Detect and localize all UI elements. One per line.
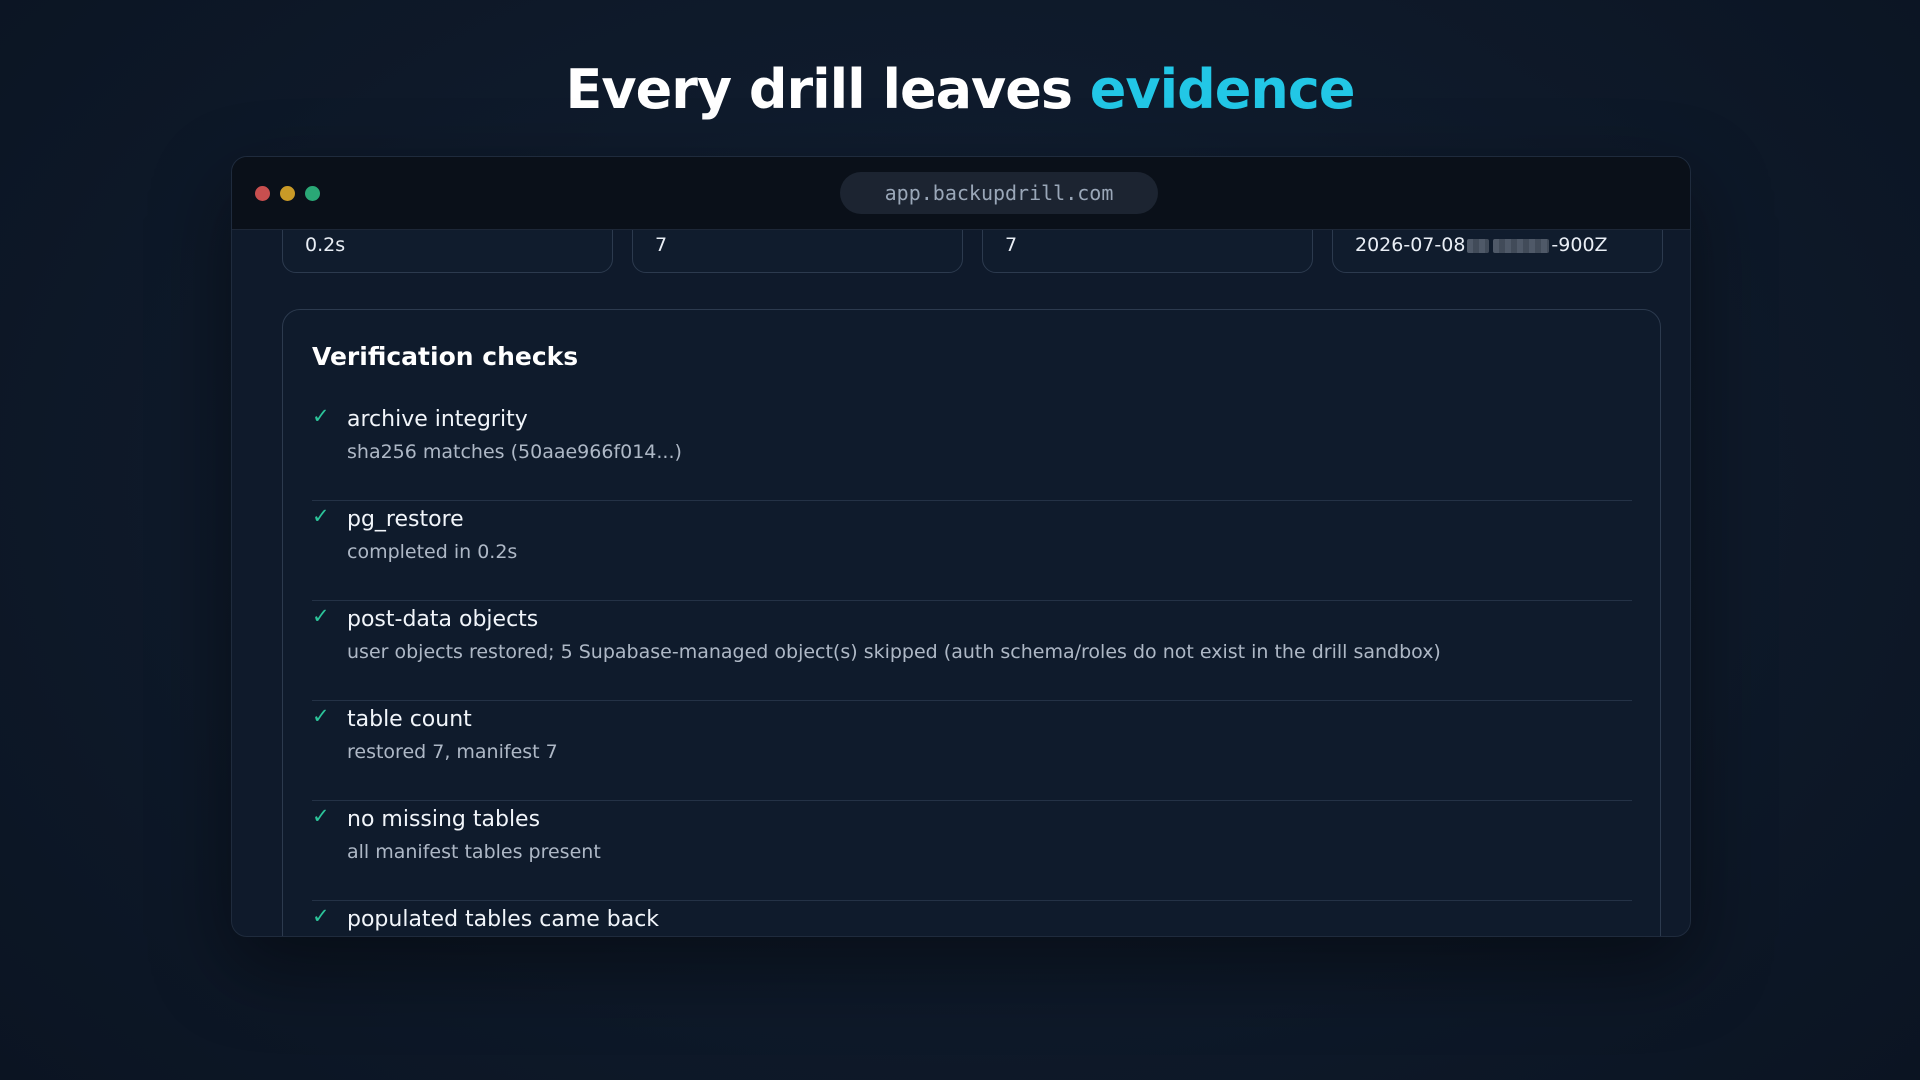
check-name: archive integrity — [347, 407, 528, 432]
check-item-pg-restore: ✓ pg_restore completed in 0.2s — [312, 502, 1632, 601]
window-titlebar: app.backupdrill.com — [232, 157, 1690, 230]
maximize-window-button[interactable] — [305, 186, 320, 201]
check-detail: completed in 0.2s — [347, 541, 518, 563]
minimize-window-button[interactable] — [280, 186, 295, 201]
check-detail: restored 7, manifest 7 — [347, 741, 558, 763]
timestamp-suffix: -900Z — [1551, 234, 1608, 256]
check-item-archive-integrity: ✓ archive integrity sha256 matches (50aa… — [312, 402, 1632, 501]
check-name: post-data objects — [347, 607, 539, 632]
stat-card-tables-manifest: 7 — [982, 229, 1313, 273]
stat-card-timestamp: 2026-07-08 -900Z — [1332, 229, 1663, 273]
check-detail: user objects restored; 5 Supabase-manage… — [347, 641, 1441, 663]
url-bar[interactable]: app.backupdrill.com — [840, 172, 1158, 214]
check-list: ✓ archive integrity sha256 matches (50aa… — [312, 402, 1632, 936]
verification-checks-title: Verification checks — [312, 342, 579, 371]
headline-accent: evidence — [1089, 58, 1356, 121]
check-name: table count — [347, 707, 472, 732]
stat-card-duration: 0.2s — [282, 229, 613, 273]
check-icon: ✓ — [312, 804, 330, 828]
timestamp-prefix: 2026-07-08 — [1355, 234, 1466, 256]
app-content: 0.2s 7 7 2026-07-08 -900Z Verification ch… — [232, 229, 1690, 936]
check-item-populated-tables: ✓ populated tables came back — [312, 902, 1632, 936]
check-item-no-missing-tables: ✓ no missing tables all manifest tables … — [312, 802, 1632, 901]
check-name: pg_restore — [347, 507, 464, 532]
verification-checks-panel: Verification checks ✓ archive integrity … — [282, 309, 1661, 936]
check-detail: all manifest tables present — [347, 841, 601, 863]
check-icon: ✓ — [312, 504, 330, 528]
check-icon: ✓ — [312, 404, 330, 428]
redacted-block — [1493, 238, 1550, 253]
page-headline: Every drill leaves evidence — [0, 58, 1920, 121]
stat-card-tables-restored: 7 — [632, 229, 963, 273]
check-item-table-count: ✓ table count restored 7, manifest 7 — [312, 702, 1632, 801]
check-detail: sha256 matches (50aae966f014...) — [347, 441, 682, 463]
browser-window: app.backupdrill.com 0.2s 7 7 2026-07-08 -… — [231, 156, 1691, 937]
stat-value-timestamp: 2026-07-08 -900Z — [1355, 234, 1608, 256]
check-item-post-data-objects: ✓ post-data objects user objects restore… — [312, 602, 1632, 701]
stat-value: 7 — [655, 234, 668, 256]
redacted-block — [1467, 238, 1490, 253]
check-name: populated tables came back — [347, 907, 660, 932]
close-window-button[interactable] — [255, 186, 270, 201]
check-icon: ✓ — [312, 704, 330, 728]
headline-main: Every drill leaves — [565, 58, 1090, 121]
stat-value: 7 — [1005, 234, 1018, 256]
stat-value: 0.2s — [305, 234, 346, 256]
check-icon: ✓ — [312, 604, 330, 628]
check-name: no missing tables — [347, 807, 541, 832]
check-icon: ✓ — [312, 904, 330, 928]
